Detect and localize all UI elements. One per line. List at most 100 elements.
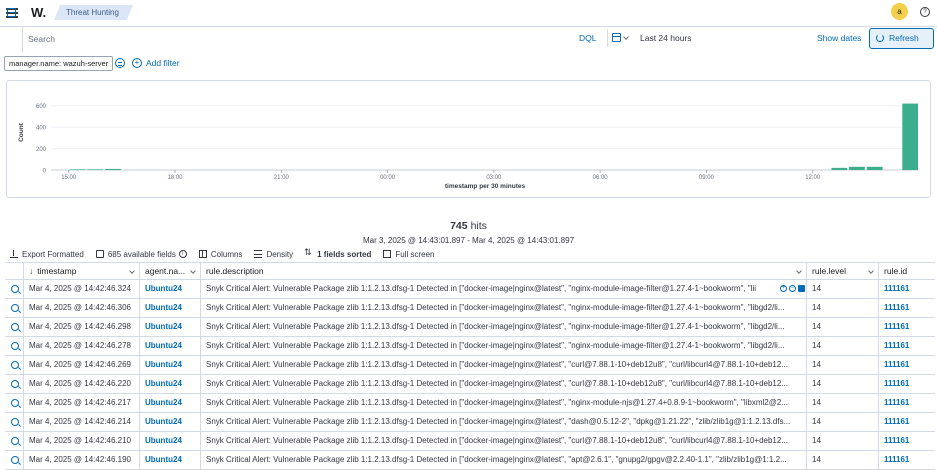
table-row[interactable]: Mar 4, 2025 @ 14:42:46.306 Ubuntu24 Snyk C…	[5, 299, 935, 318]
inspect-document-icon[interactable]	[11, 418, 19, 426]
cell-rule-id[interactable]: 111161	[879, 337, 935, 355]
export-formatted-button[interactable]: Export Formatted	[10, 250, 84, 259]
query-language-button[interactable]: DQL	[579, 33, 596, 43]
inspect-document-icon[interactable]	[11, 342, 19, 350]
agent-link[interactable]: Ubuntu24	[145, 398, 182, 407]
full-screen-button[interactable]: Full screen	[383, 250, 435, 259]
cell-rule-description[interactable]: Snyk Critical Alert: Vulnerable Package …	[201, 375, 807, 393]
histogram-bar[interactable]	[69, 169, 86, 170]
help-icon[interactable]: ?	[920, 7, 930, 17]
histogram-bar[interactable]	[849, 166, 865, 170]
cell-agent-name[interactable]: Ubuntu24	[140, 337, 201, 355]
histogram-bar[interactable]	[105, 168, 121, 170]
search-input[interactable]	[28, 32, 568, 46]
cell-rule-level[interactable]: 14	[807, 451, 879, 469]
table-row[interactable]: Mar 4, 2025 @ 14:42:46.278 Ubuntu24 Snyk C…	[5, 337, 935, 356]
cell-agent-name[interactable]: Ubuntu24	[140, 318, 201, 336]
table-row[interactable]: Mar 4, 2025 @ 14:42:46.190 Ubuntu24 Snyk C…	[5, 451, 935, 470]
header-rule-level[interactable]: rule.level	[807, 263, 879, 280]
cell-rule-description[interactable]: Snyk Critical Alert: Vulnerable Package …	[201, 299, 807, 317]
app-logo[interactable]: W.	[31, 5, 46, 20]
user-avatar[interactable]: a	[891, 3, 908, 20]
density-button[interactable]: Density	[254, 250, 293, 259]
cell-timestamp[interactable]: Mar 4, 2025 @ 14:42:46.190	[24, 451, 140, 469]
cell-rule-level[interactable]: 14	[807, 375, 879, 393]
header-rule-description[interactable]: rule.description	[201, 263, 807, 280]
rule-id-link[interactable]: 111161	[884, 379, 909, 388]
cell-timestamp[interactable]: Mar 4, 2025 @ 14:42:46.324	[24, 280, 140, 298]
agent-link[interactable]: Ubuntu24	[145, 436, 182, 445]
histogram-bar[interactable]	[831, 167, 848, 170]
cell-rule-id[interactable]: 111161	[879, 280, 935, 298]
agent-link[interactable]: Ubuntu24	[145, 322, 182, 331]
cell-rule-level[interactable]: 14	[807, 394, 879, 412]
table-row[interactable]: Mar 4, 2025 @ 14:42:46.269 Ubuntu24 Snyk C…	[5, 356, 935, 375]
rule-id-link[interactable]: 111161	[884, 322, 909, 331]
cell-rule-description[interactable]: Snyk Critical Alert: Vulnerable Package …	[201, 394, 807, 412]
inspect-document-icon[interactable]	[11, 380, 19, 388]
histogram-bar[interactable]	[902, 103, 918, 170]
header-timestamp[interactable]: ↓ timestamp	[24, 263, 140, 280]
cell-rule-level[interactable]: 14	[807, 413, 879, 431]
table-row[interactable]: Mar 4, 2025 @ 14:42:46.217 Ubuntu24 Snyk C…	[5, 394, 935, 413]
breadcrumb-threat-hunting[interactable]: Threat Hunting	[54, 5, 133, 20]
histogram-bar[interactable]	[866, 166, 883, 170]
cell-rule-description[interactable]: Snyk Critical Alert: Vulnerable Package …	[201, 451, 807, 469]
cell-agent-name[interactable]: Ubuntu24	[140, 299, 201, 317]
cell-agent-name[interactable]: Ubuntu24	[140, 413, 201, 431]
cell-rule-id[interactable]: 111161	[879, 299, 935, 317]
time-range-label[interactable]: Last 24 hours	[640, 33, 692, 43]
info-icon[interactable]: i	[178, 250, 187, 258]
rule-id-link[interactable]: 111161	[884, 360, 909, 369]
cell-agent-name[interactable]: Ubuntu24	[140, 356, 201, 374]
table-row[interactable]: Mar 4, 2025 @ 14:42:46.298 Ubuntu24 Snyk C…	[5, 318, 935, 337]
header-agent-name[interactable]: agent.na...	[140, 263, 201, 280]
cell-rule-description[interactable]: Snyk Critical Alert: Vulnerable Package …	[201, 318, 807, 336]
cell-agent-name[interactable]: Ubuntu24	[140, 451, 201, 469]
date-picker-button[interactable]	[607, 29, 631, 47]
filter-menu-icon[interactable]	[115, 58, 125, 68]
cell-rule-description[interactable]: Snyk Critical Alert: Vulnerable Package …	[201, 413, 807, 431]
agent-link[interactable]: Ubuntu24	[145, 360, 182, 369]
filter-for-value-icon[interactable]: +	[780, 285, 787, 292]
cell-agent-name[interactable]: Ubuntu24	[140, 394, 201, 412]
cell-rule-description[interactable]: Snyk Critical Alert: Vulnerable Package …	[201, 432, 807, 450]
inspect-document-icon[interactable]	[11, 399, 19, 407]
cell-agent-name[interactable]: Ubuntu24	[140, 375, 201, 393]
cell-timestamp[interactable]: Mar 4, 2025 @ 14:42:46.278	[24, 337, 140, 355]
cell-rule-id[interactable]: 111161	[879, 413, 935, 431]
table-row[interactable]: Mar 4, 2025 @ 14:42:46.324 Ubuntu24 Snyk C…	[5, 280, 935, 299]
cell-timestamp[interactable]: Mar 4, 2025 @ 14:42:46.306	[24, 299, 140, 317]
cell-rule-level[interactable]: 14	[807, 299, 879, 317]
refresh-button[interactable]: Refresh	[869, 28, 934, 49]
rule-id-link[interactable]: 111161	[884, 455, 909, 464]
rule-id-link[interactable]: 111161	[884, 417, 909, 426]
cell-timestamp[interactable]: Mar 4, 2025 @ 14:42:46.298	[24, 318, 140, 336]
inspect-document-icon[interactable]	[11, 456, 19, 464]
cell-timestamp[interactable]: Mar 4, 2025 @ 14:42:46.210	[24, 432, 140, 450]
agent-link[interactable]: Ubuntu24	[145, 379, 182, 388]
rule-id-link[interactable]: 111161	[884, 436, 909, 445]
rule-id-link[interactable]: 111161	[884, 341, 909, 350]
inspect-document-icon[interactable]	[11, 285, 19, 293]
inspect-document-icon[interactable]	[11, 304, 19, 312]
cell-rule-id[interactable]: 111161	[879, 375, 935, 393]
agent-link[interactable]: Ubuntu24	[145, 417, 182, 426]
saved-queries-icon[interactable]	[7, 8, 16, 17]
cell-timestamp[interactable]: Mar 4, 2025 @ 14:42:46.217	[24, 394, 140, 412]
histogram-chart[interactable]: 0 200 400 600 Count 15:00 18:00 21:00 00:00 03:00…	[7, 81, 932, 199]
add-filter-button[interactable]: + Add filter	[132, 58, 180, 68]
inspect-document-icon[interactable]	[11, 437, 19, 445]
cell-rule-level[interactable]: 14	[807, 356, 879, 374]
cell-timestamp[interactable]: Mar 4, 2025 @ 14:42:46.269	[24, 356, 140, 374]
agent-link[interactable]: Ubuntu24	[145, 455, 182, 464]
rule-id-link[interactable]: 111161	[884, 398, 909, 407]
header-rule-id[interactable]: rule.id	[879, 263, 935, 280]
rule-id-link[interactable]: 111161	[884, 284, 909, 293]
cell-rule-description[interactable]: Snyk Critical Alert: Vulnerable Package …	[201, 356, 807, 374]
agent-link[interactable]: Ubuntu24	[145, 303, 182, 312]
cell-rule-id[interactable]: 111161	[879, 356, 935, 374]
cell-agent-name[interactable]: Ubuntu24	[140, 280, 201, 298]
histogram-bar[interactable]	[87, 169, 104, 170]
cell-timestamp[interactable]: Mar 4, 2025 @ 14:42:46.214	[24, 413, 140, 431]
